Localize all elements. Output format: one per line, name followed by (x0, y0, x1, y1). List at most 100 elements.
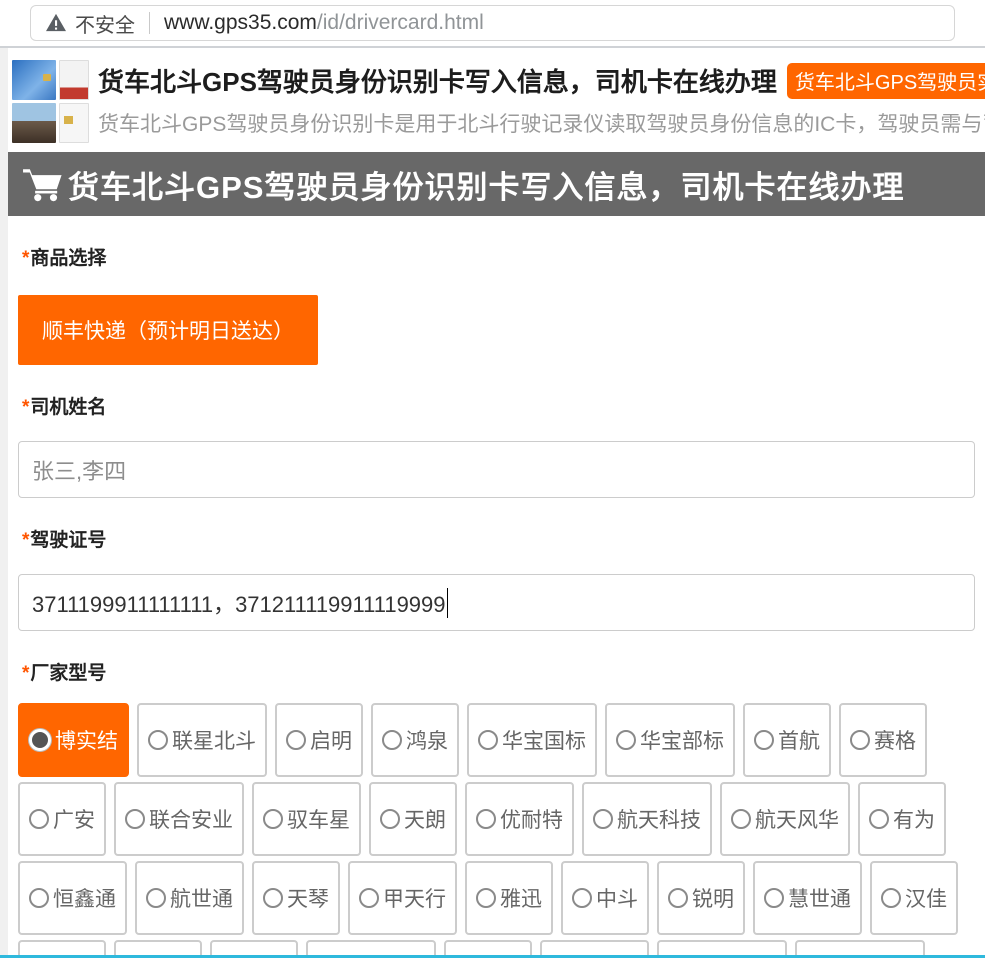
manufacturer-option[interactable]: 苏北 (18, 940, 106, 956)
warning-triangle-icon[interactable] (45, 13, 67, 33)
url-bar[interactable]: 不安全 www.gps35.com/id/drivercard.html (30, 5, 955, 41)
manufacturer-option[interactable]: 甲天行 (348, 861, 457, 935)
radio-icon (754, 730, 774, 750)
manufacturer-option[interactable]: 博实结 (18, 703, 129, 777)
manufacturer-option[interactable]: 航天风华 (720, 782, 850, 856)
manufacturer-option[interactable]: 中交天健 (306, 940, 436, 956)
listing-title: 货车北斗GPS驾驶员身份识别卡写入信息，司机卡在线办理 (98, 62, 777, 99)
manufacturer-option-label: 航天风华 (755, 804, 839, 834)
listing-header: 货车北斗GPS驾驶员身份识别卡写入信息，司机卡在线办理 货车北斗GPS驾驶员实名… (8, 48, 985, 148)
text-caret (447, 588, 448, 618)
manufacturer-option-label: 鸿泉 (406, 725, 448, 755)
radio-icon (881, 888, 901, 908)
manufacturer-option[interactable]: 中寰 (444, 940, 532, 956)
product-select-label: *商品选择 (18, 243, 975, 270)
manufacturer-option-label: 联合安业 (149, 804, 233, 834)
manufacturer-option[interactable]: 驭车星 (252, 782, 361, 856)
manufacturer-option[interactable]: 雅迅 (465, 861, 553, 935)
manufacturer-label: *厂家型号 (18, 658, 975, 685)
manufacturer-option-label: 优耐特 (500, 804, 563, 834)
radio-icon (382, 730, 402, 750)
manufacturer-option[interactable]: 恒鑫通 (18, 861, 127, 935)
browser-address-bar: 不安全 www.gps35.com/id/drivercard.html (0, 0, 985, 48)
manufacturer-option[interactable]: 锐明 (657, 861, 745, 935)
required-mark: * (22, 530, 29, 551)
radio-icon (764, 888, 784, 908)
license-number-value: 3711199911111111，371211119911119999 (32, 587, 446, 619)
shipping-option-button[interactable]: 顺丰快递（预计明日送达） (18, 295, 318, 365)
driver-name-label: *司机姓名 (18, 392, 975, 419)
radio-icon (286, 730, 306, 750)
manufacturer-option[interactable]: 华宝国标 (467, 703, 597, 777)
radio-icon (476, 888, 496, 908)
manufacturer-option[interactable]: 汉佳 (870, 861, 958, 935)
thumb-document-image (59, 60, 89, 100)
manufacturer-option[interactable]: 航天科技 (582, 782, 712, 856)
manufacturer-option[interactable]: 陕西导航 (657, 940, 787, 956)
security-status-label[interactable]: 不安全 (75, 9, 135, 38)
manufacturer-option[interactable]: 慧世通 (753, 861, 862, 935)
manufacturer-option[interactable]: 天朗 (369, 782, 457, 856)
manufacturer-option[interactable]: 上海航盛 (795, 940, 925, 956)
license-number-label: *驾驶证号 (18, 525, 975, 552)
radio-icon (146, 888, 166, 908)
thumb-trucks-image (12, 103, 56, 143)
manufacturer-option[interactable]: 联合安业 (114, 782, 244, 856)
manufacturer-option[interactable]: 中斗 (561, 861, 649, 935)
manufacturer-option-label: 中斗 (596, 883, 638, 913)
manufacturer-option[interactable]: 鸿泉 (371, 703, 459, 777)
manufacturer-option-label: 天琴 (287, 883, 329, 913)
radio-icon (668, 888, 688, 908)
radio-icon (148, 730, 168, 750)
order-banner: 货车北斗GPS驾驶员身份识别卡写入信息，司机卡在线办理 (8, 152, 985, 216)
shopping-cart-icon (22, 164, 64, 204)
manufacturer-option-label: 锐明 (692, 883, 734, 913)
manufacturer-option-label: 华宝国标 (502, 725, 586, 755)
thumb-chip-card-image (59, 103, 89, 143)
listing-subtitle: 货车北斗GPS驾驶员身份识别卡是用于北斗行驶记录仪读取驾驶员身份信息的IC卡，驾… (98, 108, 985, 138)
manufacturer-option-label: 启明 (310, 725, 352, 755)
manufacturer-option[interactable]: 天琴 (252, 861, 340, 935)
url-divider (149, 12, 150, 34)
manufacturer-option-label: 有为 (893, 804, 935, 834)
radio-selected-icon (29, 729, 51, 751)
manufacturer-options: 博实结联星北斗 启明 鸿泉 华宝国标 华宝部标 首航 赛格广安 联合安业 驭车星 天朗 优耐特航天科… (18, 703, 983, 956)
required-mark: * (22, 397, 29, 418)
thumb-blue-card-image (12, 60, 56, 100)
radio-icon (572, 888, 592, 908)
required-mark: * (22, 248, 29, 269)
manufacturer-option[interactable]: 陕汽 (114, 940, 202, 956)
manufacturer-option-label: 恒鑫通 (53, 883, 116, 913)
manufacturer-option-label: 天朗 (404, 804, 446, 834)
manufacturer-option-label: 首航 (778, 725, 820, 755)
radio-icon (869, 809, 889, 829)
radio-icon (29, 809, 49, 829)
page-content: 货车北斗GPS驾驶员身份识别卡写入信息，司机卡在线办理 货车北斗GPS驾驶员实名… (8, 48, 985, 956)
manufacturer-option[interactable]: 烽火台 (540, 940, 649, 956)
radio-icon (263, 809, 283, 829)
manufacturer-option[interactable]: 赛格 (839, 703, 927, 777)
manufacturer-option[interactable]: 华宝部标 (605, 703, 735, 777)
driver-name-input[interactable]: 张三,李四 (18, 441, 975, 498)
page-url[interactable]: www.gps35.com/id/drivercard.html (164, 11, 484, 35)
radio-icon (125, 809, 145, 829)
manufacturer-option[interactable]: 福田 (210, 940, 298, 956)
manufacturer-option-label: 甲天行 (383, 883, 446, 913)
manufacturer-option[interactable]: 启明 (275, 703, 363, 777)
manufacturer-option-label: 华宝部标 (640, 725, 724, 755)
banner-title: 货车北斗GPS驾驶员身份识别卡写入信息，司机卡在线办理 (68, 162, 904, 207)
manufacturer-option-label: 赛格 (874, 725, 916, 755)
required-mark: * (22, 663, 29, 684)
manufacturer-option-label: 雅迅 (500, 883, 542, 913)
manufacturer-option[interactable]: 优耐特 (465, 782, 574, 856)
manufacturer-option[interactable]: 首航 (743, 703, 831, 777)
url-domain: www.gps35.com (164, 11, 317, 34)
manufacturer-option-label: 驭车星 (287, 804, 350, 834)
manufacturer-option[interactable]: 航世通 (135, 861, 244, 935)
radio-icon (263, 888, 283, 908)
realname-card-badge: 货车北斗GPS驾驶员实名卡 (787, 63, 985, 99)
manufacturer-option[interactable]: 联星北斗 (137, 703, 267, 777)
manufacturer-option[interactable]: 有为 (858, 782, 946, 856)
manufacturer-option[interactable]: 广安 (18, 782, 106, 856)
license-number-input[interactable]: 3711199911111111，371211119911119999 (18, 574, 975, 631)
